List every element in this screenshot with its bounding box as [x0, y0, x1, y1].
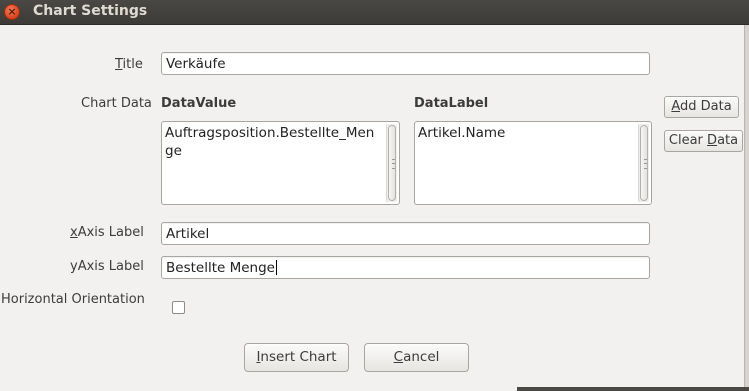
y-axis-input[interactable]: Bestellte Menge — [161, 256, 650, 279]
scroll-grip-icon[interactable] — [388, 125, 396, 201]
close-button[interactable]: × — [4, 4, 20, 20]
data-label-textarea[interactable]: Artikel.Name — [414, 121, 652, 205]
y-axis-input-value: Bestellte Menge — [166, 260, 275, 276]
data-value-textarea[interactable]: Auftragsposition.Bestellte_Menge — [161, 121, 400, 205]
window-title: Chart Settings — [33, 3, 148, 19]
text-caret — [275, 260, 277, 275]
data-label-text: Artikel.Name — [418, 125, 506, 141]
data-label-scrollbar[interactable] — [638, 124, 649, 202]
y-axis-label: yAxis Label — [70, 259, 144, 274]
horizontal-orientation-label: Horizontal Orientation — [1, 292, 145, 307]
window-edge — [744, 25, 749, 391]
insert-chart-button[interactable]: Insert Chart — [244, 343, 349, 372]
data-value-text: Auftragsposition.Bestellte_Menge — [165, 125, 375, 159]
close-icon: × — [7, 5, 17, 18]
x-axis-input[interactable]: Artikel — [161, 222, 650, 245]
title-label: Title — [115, 57, 143, 72]
background-window-edge — [517, 387, 749, 391]
title-input-value: Verkäufe — [166, 56, 226, 72]
horizontal-orientation-checkbox[interactable] — [172, 301, 185, 314]
data-value-header: DataValue — [161, 96, 237, 111]
data-value-scrollbar[interactable] — [386, 124, 397, 202]
x-axis-input-value: Artikel — [166, 226, 210, 242]
cancel-button[interactable]: Cancel — [364, 343, 469, 372]
x-axis-label: xAxis Label — [70, 225, 144, 240]
data-label-header: DataLabel — [414, 96, 489, 111]
scroll-grip-icon[interactable] — [640, 125, 648, 201]
add-data-button[interactable]: Add Data — [664, 96, 739, 118]
title-bar: × Chart Settings — [0, 0, 749, 25]
chart-data-label: Chart Data — [81, 96, 152, 111]
title-input[interactable]: Verkäufe — [161, 52, 650, 75]
clear-data-button[interactable]: Clear Data — [664, 130, 743, 152]
